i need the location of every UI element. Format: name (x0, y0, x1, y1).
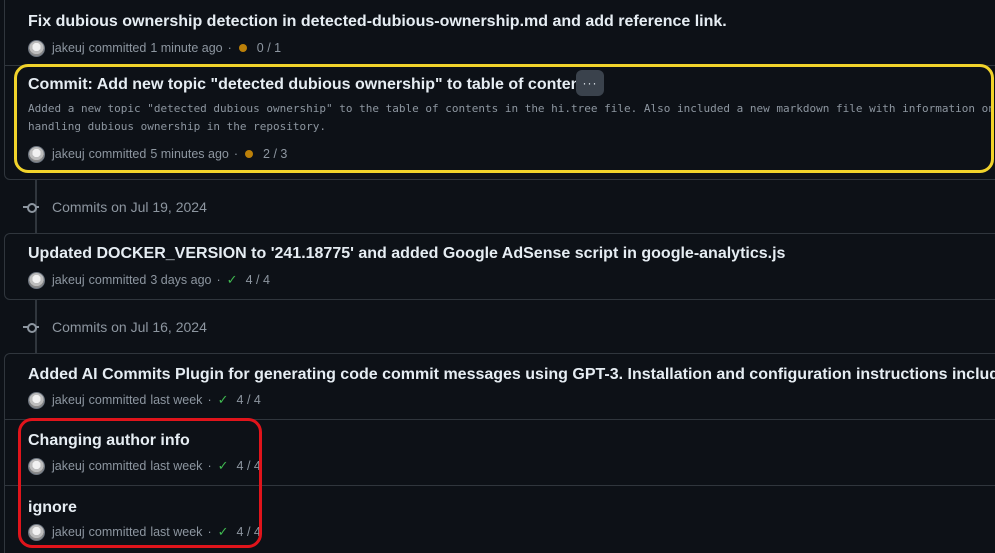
author-link[interactable]: jakeuj (52, 273, 85, 287)
commit-meta: jakeuj committed last week · ✓ 4 / 4 (28, 391, 261, 409)
commit-title-link[interactable]: Commit: Add new topic "detected dubious … (28, 76, 595, 94)
commit-time[interactable]: last week (150, 459, 202, 473)
commit-title-link[interactable]: Fix dubious ownership detection in detec… (28, 13, 727, 31)
avatar[interactable] (28, 457, 45, 475)
group-date-label: Commits on Jul 19, 2024 (52, 199, 207, 215)
commit-row: Added AI Commits Plugin for generating c… (5, 354, 995, 419)
commit-meta: jakeuj committed last week · ✓ 4 / 4 (28, 457, 261, 475)
committed-label: committed (88, 525, 147, 539)
commit-title-link[interactable]: Updated DOCKER_VERSION to '241.18775' an… (28, 245, 785, 263)
committed-label: committed (88, 147, 147, 161)
avatar[interactable] (28, 391, 45, 409)
commit-title-link[interactable]: Changing author info (28, 432, 190, 450)
avatar[interactable] (28, 145, 45, 163)
author-link[interactable]: jakeuj (52, 147, 85, 161)
commit-group-heading: Commits on Jul 16, 2024 (23, 317, 207, 337)
git-commit-icon (23, 319, 39, 335)
commit-row: ignore jakeuj committed last week · ✓ 4 … (5, 485, 995, 553)
committed-label: committed (88, 41, 147, 55)
commit-row: Fix dubious ownership detection in detec… (5, 0, 995, 65)
check-icon[interactable]: ✓ (218, 524, 229, 540)
check-icon[interactable]: ✓ (227, 272, 238, 288)
committed-label: committed (88, 393, 147, 407)
checks-count[interactable]: 0 / 1 (257, 41, 281, 55)
author-link[interactable]: jakeuj (52, 41, 85, 55)
commit-time[interactable]: 5 minutes ago (150, 147, 229, 161)
check-icon[interactable]: ✓ (218, 392, 229, 408)
commit-meta: jakeuj committed 1 minute ago · 0 / 1 (28, 39, 281, 57)
commit-description: Added a new topic "detected dubious owne… (28, 102, 995, 133)
commit-meta: jakeuj committed 5 minutes ago · 2 / 3 (28, 145, 287, 163)
separator: · (227, 41, 232, 55)
commit-group-heading: Commits on Jul 19, 2024 (23, 197, 207, 217)
commit-meta: jakeuj committed 3 days ago · ✓ 4 / 4 (28, 271, 270, 289)
author-link[interactable]: jakeuj (52, 393, 85, 407)
commit-row: Commit: Add new topic "detected dubious … (5, 65, 995, 181)
author-link[interactable]: jakeuj (52, 459, 85, 473)
committed-label: committed (88, 273, 147, 287)
commit-row: Changing author info jakeuj committed la… (5, 419, 995, 485)
avatar[interactable] (28, 39, 45, 57)
committed-label: committed (88, 459, 147, 473)
expand-description-button[interactable]: ··· (576, 70, 604, 96)
checks-count[interactable]: 4 / 4 (237, 393, 261, 407)
avatar[interactable] (28, 271, 45, 289)
status-pending-dot-icon[interactable] (245, 150, 254, 158)
author-link[interactable]: jakeuj (52, 525, 85, 539)
avatar[interactable] (28, 523, 45, 541)
check-icon[interactable]: ✓ (218, 458, 229, 474)
commit-title-link[interactable]: Added AI Commits Plugin for generating c… (28, 366, 995, 384)
checks-count[interactable]: 4 / 4 (246, 273, 270, 287)
group-date-label: Commits on Jul 16, 2024 (52, 319, 207, 335)
status-pending-dot-icon[interactable] (238, 44, 247, 52)
commit-group-jul16: Added AI Commits Plugin for generating c… (4, 353, 995, 553)
separator: · (207, 525, 212, 539)
separator: · (207, 459, 212, 473)
commit-title-link[interactable]: ignore (28, 499, 77, 517)
commit-group-jul19: Updated DOCKER_VERSION to '241.18775' an… (4, 233, 995, 300)
separator: · (207, 393, 212, 407)
commit-time[interactable]: 3 days ago (150, 273, 211, 287)
checks-count[interactable]: 2 / 3 (263, 147, 287, 161)
git-commit-icon (23, 199, 39, 215)
commit-time[interactable]: 1 minute ago (150, 41, 222, 55)
checks-count[interactable]: 4 / 4 (237, 459, 261, 473)
checks-count[interactable]: 4 / 4 (237, 525, 261, 539)
commit-group-recent: Fix dubious ownership detection in detec… (4, 0, 995, 180)
separator: · (233, 147, 239, 161)
commit-time[interactable]: last week (150, 393, 202, 407)
commit-time[interactable]: last week (150, 525, 202, 539)
commit-row: Updated DOCKER_VERSION to '241.18775' an… (5, 234, 995, 301)
commit-meta: jakeuj committed last week · ✓ 4 / 4 (28, 523, 261, 541)
separator: · (216, 273, 221, 287)
